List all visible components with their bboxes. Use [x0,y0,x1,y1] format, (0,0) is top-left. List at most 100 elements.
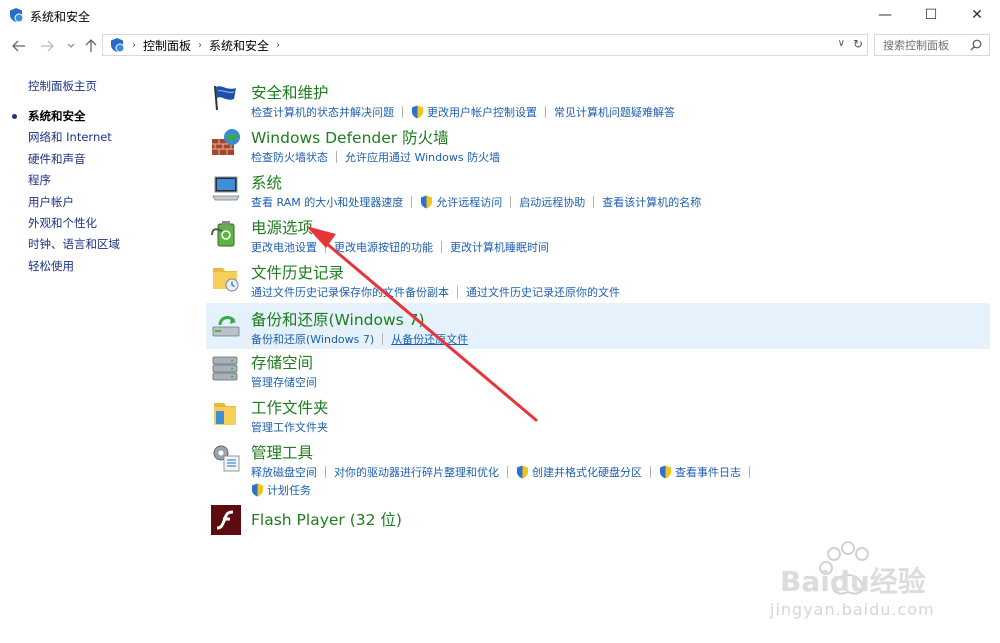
section-title[interactable]: 工作文件夹 [251,396,329,418]
breadcrumb-control-panel[interactable]: 控制面板 [143,37,191,54]
section-title[interactable]: 文件历史记录 [251,261,344,283]
active-bullet [12,114,17,119]
uac-shield-icon [517,465,528,479]
section-links: 更改电池设置 更改电源按钮的功能 更改计算机睡眠时间 [251,239,549,255]
link-manage-storage[interactable]: 管理存储空间 [251,374,317,390]
forward-button[interactable] [38,37,56,55]
section-work-folders: 工作文件夹 管理工作文件夹 [206,391,990,435]
chevron-right-icon[interactable]: › [276,40,280,51]
divider [593,196,595,208]
section-admin-tools: 管理工具 释放磁盘空间 对你的驱动器进行碎片整理和优化 创建并格式化硬盘分区 查… [206,436,990,498]
divider [411,196,413,208]
up-arrow-icon [85,39,97,52]
section-storage-spaces: 存储空间 管理存储空间 [206,346,990,390]
search-box[interactable] [874,34,990,56]
watermark-brand: Baidu经验 [780,565,926,598]
link-partition[interactable]: 创建并格式化硬盘分区 [516,464,642,480]
section-flash-player: Flash Player (32 位) [206,500,990,540]
link-battery-settings[interactable]: 更改电池设置 [251,239,317,255]
section-links: 检查计算机的状态并解决问题 更改用户帐户控制设置 常见计算机问题疑难解答 [251,104,675,120]
link-disk-cleanup[interactable]: 释放磁盘空间 [251,464,317,480]
refresh-icon[interactable]: ↻ [853,37,863,51]
section-title[interactable]: 管理工具 [251,441,313,463]
divider [325,241,326,253]
chevron-right-icon: › [132,39,136,51]
link-backup-restore-win7[interactable]: 备份和还原(Windows 7) [251,331,374,347]
title-bar: 系统和安全 — ☐ ✕ [0,0,1000,30]
link-remote-access[interactable]: 允许远程访问 [420,194,502,210]
link-ram-speed[interactable]: 查看 RAM 的大小和处理器速度 [251,194,403,210]
section-links: 检查防火墙状态 允许应用通过 Windows 防火墙 [251,149,500,165]
divider [441,241,442,253]
window-title: 系统和安全 [30,10,91,24]
uac-shield-icon [421,195,433,209]
link-sleep-time[interactable]: 更改计算机睡眠时间 [450,239,549,255]
search-icon[interactable] [970,39,982,51]
link-manage-work-folders[interactable]: 管理工作文件夹 [251,419,328,435]
address-bar[interactable]: › 控制面板 › 系统和安全 › ∨ ↻ [102,34,868,56]
section-links-row2: 计划任务 [251,482,311,498]
back-button[interactable] [10,37,28,55]
section-title[interactable]: Windows Defender 防火墙 [251,126,449,148]
search-input[interactable] [883,38,973,52]
link-firewall-status[interactable]: 检查防火墙状态 [251,149,328,165]
section-links: 查看 RAM 的大小和处理器速度 允许远程访问 启动远程协助 查看该计算机的名称 [251,194,701,210]
link-save-backup[interactable]: 通过文件历史记录保存你的文件备份副本 [251,284,449,300]
divider [457,286,458,298]
link-allow-app[interactable]: 允许应用通过 Windows 防火墙 [345,149,500,165]
section-links: 备份和还原(Windows 7) 从备份还原文件 [251,331,468,347]
divider [650,466,651,478]
section-file-history: 文件历史记录 通过文件历史记录保存你的文件备份副本 通过文件历史记录还原你的文件 [206,256,990,300]
maximize-button[interactable]: ☐ [908,0,954,30]
link-computer-name[interactable]: 查看该计算机的名称 [602,194,701,210]
section-links: 通过文件历史记录保存你的文件备份副本 通过文件历史记录还原你的文件 [251,284,620,300]
section-title[interactable]: Flash Player (32 位) [251,508,402,530]
sidebar-item-hardware-sound[interactable]: 硬件和声音 [28,151,86,167]
sidebar-item-home[interactable]: 控制面板主页 [28,78,97,94]
section-title[interactable]: 备份和还原(Windows 7) [251,308,425,330]
divider [545,106,546,118]
section-title[interactable]: 安全和维护 [251,81,329,103]
divider [507,466,508,478]
control-panel-icon [111,38,125,53]
sidebar-item-user-accounts[interactable]: 用户帐户 [28,194,74,210]
link-check-status[interactable]: 检查计算机的状态并解决问题 [251,104,394,120]
section-links: 管理工作文件夹 [251,419,328,435]
divider [510,196,512,208]
sidebar-item-network[interactable]: 网络和 Internet [28,129,112,145]
up-button[interactable] [82,37,100,55]
sidebar-item-ease-of-access[interactable]: 轻松使用 [28,258,74,274]
link-remote-assistance[interactable]: 启动远程协助 [519,194,585,210]
section-links: 释放磁盘空间 对你的驱动器进行碎片整理和优化 创建并格式化硬盘分区 查看事件日志 [251,464,758,480]
chevron-right-icon[interactable]: › [198,40,202,51]
link-power-button[interactable]: 更改电源按钮的功能 [334,239,433,255]
uac-shield-icon [660,465,671,479]
close-button[interactable]: ✕ [954,0,1000,30]
link-defrag[interactable]: 对你的驱动器进行碎片整理和优化 [334,464,499,480]
link-troubleshoot[interactable]: 常见计算机问题疑难解答 [554,104,675,120]
control-panel-icon [10,8,24,23]
section-title[interactable]: 系统 [251,171,282,193]
link-restore-files[interactable]: 通过文件历史记录还原你的文件 [466,284,620,300]
breadcrumb-system-security[interactable]: 系统和安全 [209,37,269,54]
uac-shield-icon [252,483,263,497]
sidebar-item-appearance[interactable]: 外观和个性化 [28,215,97,231]
link-restore-from-backup[interactable]: 从备份还原文件 [391,331,468,347]
section-title[interactable]: 电源选项 [251,216,313,238]
divider [749,466,750,478]
sidebar-item-clock-region[interactable]: 时钟、语言和区域 [28,236,120,252]
watermark-url: jingyan.baidu.com [770,600,935,619]
uac-shield-icon [412,105,423,119]
sidebar-item-system-security[interactable]: 系统和安全 [28,108,86,124]
section-title[interactable]: 存储空间 [251,351,313,373]
section-security-maintenance: 安全和维护 检查计算机的状态并解决问题 更改用户帐户控制设置 常见计算机问题疑难… [206,76,990,120]
sidebar-item-programs[interactable]: 程序 [28,172,51,188]
section-links: 管理存储空间 [251,374,317,390]
minimize-button[interactable]: — [862,0,908,30]
link-uac-settings[interactable]: 更改用户帐户控制设置 [411,104,537,120]
work-folders-icon [214,403,236,425]
recent-locations-button[interactable] [62,37,80,55]
link-event-log[interactable]: 查看事件日志 [659,464,741,480]
address-dropdown-icon[interactable]: ∨ [838,38,845,49]
link-task-scheduler[interactable]: 计划任务 [251,482,311,498]
